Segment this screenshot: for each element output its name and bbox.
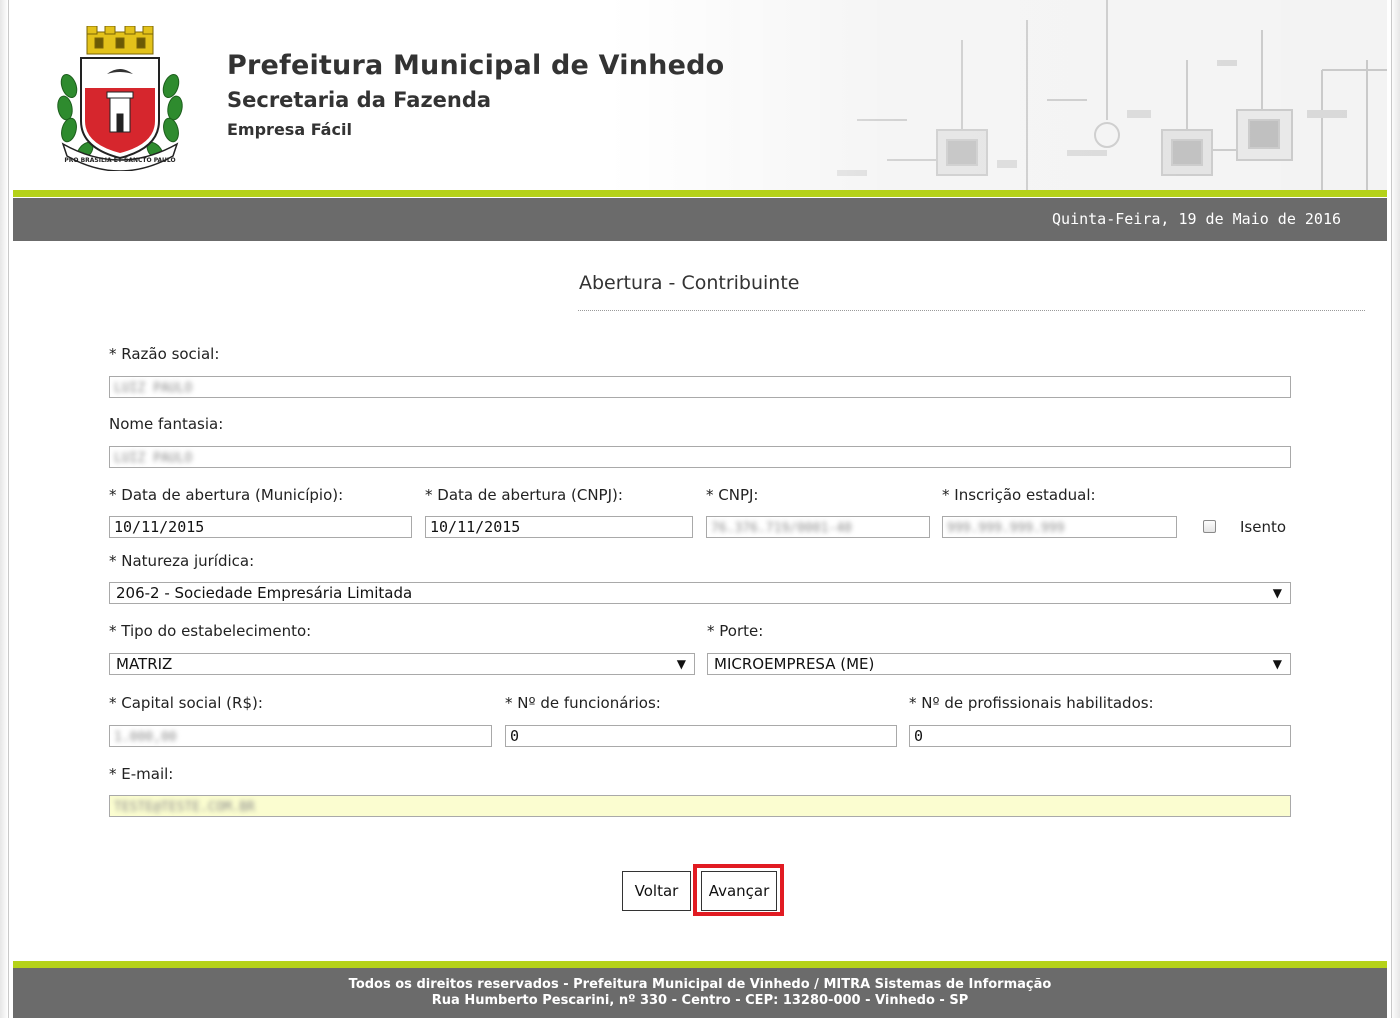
- cnpj-input[interactable]: 76.376.719/0001-40: [706, 516, 930, 538]
- footer-accent-bar: [13, 961, 1387, 968]
- natureza-juridica-value: 206-2 - Sociedade Empresária Limitada: [116, 584, 413, 602]
- inscricao-estadual-value: 999.999.999.999: [947, 521, 1065, 536]
- svg-text:PRO BRASILIA ET SANCTO PAULO: PRO BRASILIA ET SANCTO PAULO: [64, 157, 175, 164]
- site-subtitle: Secretaria da Fazenda: [227, 88, 492, 112]
- email-input[interactable]: TESTE@TESTE.COM.BR: [109, 795, 1291, 817]
- tipo-estabelecimento-select[interactable]: MATRIZ ▼: [109, 653, 695, 675]
- data-abertura-municipio-input[interactable]: 10/11/2015: [109, 516, 412, 538]
- num-profissionais-input[interactable]: 0: [909, 725, 1291, 747]
- razao-social-input[interactable]: LUIZ PAULO: [109, 376, 1291, 398]
- current-date: Quinta-Feira, 19 de Maio de 2016: [1052, 210, 1341, 228]
- voltar-button[interactable]: Voltar: [622, 871, 691, 911]
- razao-social-value: LUIZ PAULO: [114, 381, 193, 396]
- razao-social-label: * Razão social:: [109, 345, 220, 363]
- municipal-coat-of-arms-icon: PRO BRASILIA ET SANCTO PAULO: [57, 26, 183, 171]
- left-edge-shadow: [0, 0, 8, 1018]
- avancar-button[interactable]: Avançar: [701, 871, 777, 911]
- date-bar: Quinta-Feira, 19 de Maio de 2016: [13, 198, 1387, 241]
- site-title: Prefeitura Municipal de Vinhedo: [227, 50, 725, 81]
- isento-checkbox[interactable]: [1203, 520, 1216, 533]
- capital-social-input[interactable]: 1.000,00: [109, 725, 492, 747]
- triangle-down-icon: ▼: [676, 657, 686, 671]
- cnpj-label: * CNPJ:: [706, 486, 759, 504]
- porte-label: * Porte:: [707, 622, 764, 640]
- num-funcionarios-input[interactable]: 0: [505, 725, 897, 747]
- page-title: Abertura - Contribuinte: [579, 272, 800, 294]
- site-header: PRO BRASILIA ET SANCTO PAULO Prefeitura …: [13, 0, 1387, 190]
- nome-fantasia-input[interactable]: LUIZ PAULO: [109, 446, 1291, 468]
- data-abertura-municipio-label: * Data de abertura (Município):: [109, 486, 344, 504]
- tipo-estabelecimento-label: * Tipo do estabelecimento:: [109, 622, 312, 640]
- footer-address: Rua Humberto Pescarini, nº 330 - Centro …: [431, 993, 969, 1008]
- triangle-down-icon: ▼: [1272, 657, 1282, 671]
- inscricao-estadual-input[interactable]: 999.999.999.999: [942, 516, 1177, 538]
- header-circuit-decoration: [607, 0, 1387, 190]
- footer-copyright: Todos os direitos reservados - Prefeitur…: [348, 977, 1052, 992]
- porte-select[interactable]: MICROEMPRESA (ME) ▼: [707, 653, 1291, 675]
- isento-label: Isento: [1240, 518, 1287, 536]
- header-accent-bar: [13, 190, 1387, 197]
- triangle-down-icon: ▼: [1272, 586, 1282, 600]
- cnpj-value: 76.376.719/0001-40: [711, 521, 852, 536]
- email-value: TESTE@TESTE.COM.BR: [114, 800, 255, 815]
- num-funcionarios-label: * Nº de funcionários:: [505, 694, 661, 712]
- inscricao-estadual-label: * Inscrição estadual:: [942, 486, 1096, 504]
- nome-fantasia-value: LUIZ PAULO: [114, 451, 193, 466]
- data-abertura-cnpj-input[interactable]: 10/11/2015: [425, 516, 693, 538]
- title-divider: [578, 310, 1365, 311]
- natureza-juridica-label: * Natureza jurídica:: [109, 552, 255, 570]
- natureza-juridica-select[interactable]: 206-2 - Sociedade Empresária Limitada ▼: [109, 582, 1291, 604]
- capital-social-label: * Capital social (R$):: [109, 694, 263, 712]
- site-footer: Todos os direitos reservados - Prefeitur…: [13, 968, 1387, 1018]
- capital-social-value: 1.000,00: [114, 730, 177, 745]
- num-profissionais-label: * Nº de profissionais habilitados:: [909, 694, 1154, 712]
- app-name: Empresa Fácil: [227, 120, 352, 139]
- right-edge-shadow: [1391, 0, 1400, 1018]
- porte-value: MICROEMPRESA (ME): [714, 655, 875, 673]
- email-label: * E-mail:: [109, 765, 174, 783]
- page-frame: PRO BRASILIA ET SANCTO PAULO Prefeitura …: [8, 0, 1392, 1018]
- nome-fantasia-label: Nome fantasia:: [109, 415, 224, 433]
- data-abertura-cnpj-label: * Data de abertura (CNPJ):: [425, 486, 623, 504]
- tipo-estabelecimento-value: MATRIZ: [116, 655, 173, 673]
